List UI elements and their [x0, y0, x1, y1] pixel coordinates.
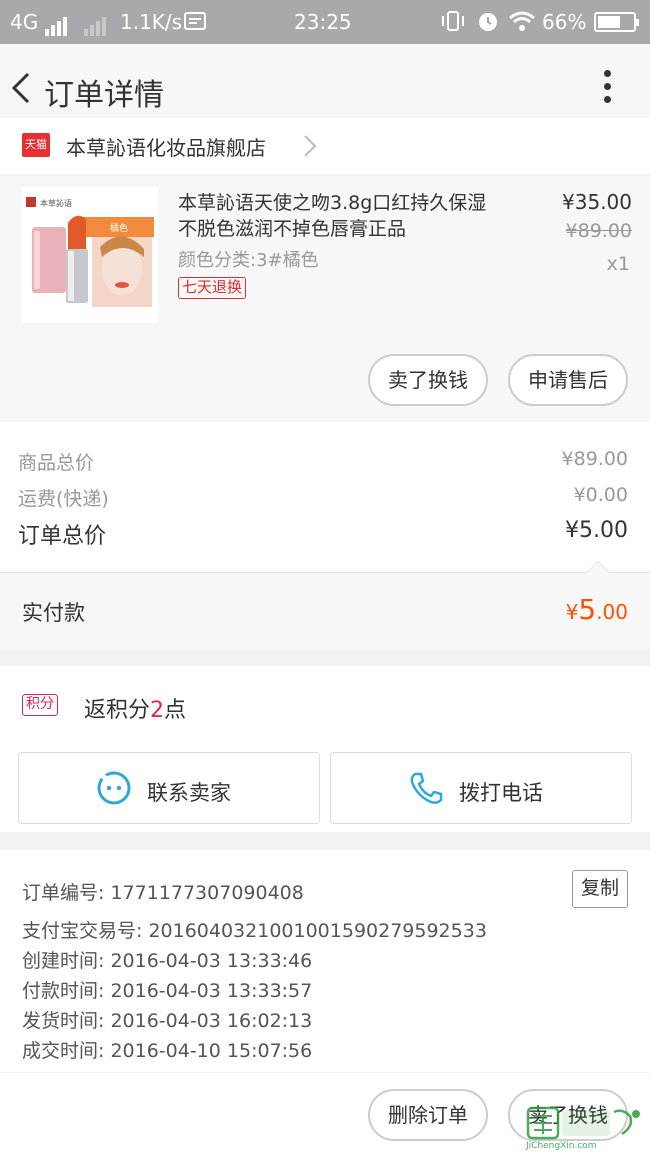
return-policy-tag: 七天退换	[178, 277, 247, 299]
points-contact-section: 积分 返积分2点 联系卖家 拨打电话	[0, 666, 650, 832]
goods-total-label: 商品总价	[18, 452, 95, 474]
call-phone-label: 拨打电话	[459, 781, 543, 805]
more-menu-icon[interactable]	[604, 70, 612, 106]
contact-seller-label: 联系卖家	[147, 781, 231, 805]
points-suffix: 点	[164, 698, 187, 723]
points-badge: 积分	[22, 694, 58, 716]
points-text: 返积分2点	[84, 692, 186, 724]
watermark-text: JiChengXin.com	[526, 1141, 597, 1151]
paid-decimal: .00	[596, 600, 628, 624]
clock: 23:25	[294, 10, 352, 34]
call-phone-button[interactable]: 拨打电话	[330, 752, 632, 824]
signal-dim-icon	[84, 10, 108, 36]
lipstick-image: 本草訫语 橘色	[22, 187, 158, 323]
network-indicator: 4G	[10, 10, 69, 36]
thumb-brand: 本草訫语	[40, 198, 72, 208]
product-original-price: ¥89.00	[565, 220, 632, 242]
shop-row[interactable]: 天猫 本草訫语化妆品旗舰店	[0, 118, 650, 174]
order-total-label: 订单总价	[18, 524, 107, 549]
order-number: 订单编号: 1771177307090408	[22, 882, 304, 904]
copy-button[interactable]: 复制	[572, 870, 628, 908]
paid-value: ¥5.00	[566, 593, 628, 626]
paid-amount-row: 实付款 ¥5.00	[0, 560, 650, 650]
shop-name: 本草訫语化妆品旗舰店	[66, 136, 266, 160]
tmall-badge: 天猫	[22, 133, 50, 157]
page-title: 订单详情	[44, 78, 164, 113]
signal-icon	[44, 12, 69, 36]
back-arrow-icon[interactable]	[10, 70, 34, 106]
network-type: 4G	[10, 10, 39, 34]
shipping-label: 运费(快递)	[18, 488, 109, 510]
chat-bubble-icon	[97, 771, 131, 805]
order-total-row: 订单总价 ¥5.00	[18, 518, 628, 549]
product-item[interactable]: 本草訫语 橘色 本草訫语天使之吻3.8g口红持久保湿 不脱色滋润不掉色唇膏正品 …	[0, 176, 650, 422]
completed-time: 成交时间: 2016-04-10 15:07:56	[22, 1040, 313, 1062]
network-speed: 1.1K/s	[120, 10, 183, 34]
sell-button[interactable]: 卖了换钱	[368, 354, 488, 406]
product-thumbnail[interactable]: 本草訫语 橘色	[22, 187, 158, 323]
paid-time: 付款时间: 2016-04-03 13:33:57	[22, 980, 313, 1002]
product-spec: 颜色分类:3#橘色	[178, 250, 319, 271]
points-value: 2	[150, 698, 165, 723]
battery-percent: 66%	[542, 10, 587, 34]
paid-label: 实付款	[22, 601, 85, 625]
product-price: ¥35.00	[562, 190, 632, 214]
created-time: 创建时间: 2016-04-03 13:33:46	[22, 950, 313, 972]
goods-total-value: ¥89.00	[561, 448, 628, 470]
status-bar: 4G 1.1K/s 23:25 66%	[0, 0, 650, 44]
price-summary: 商品总价 ¥89.00 运费(快递) ¥0.00 订单总价 ¥5.00	[0, 422, 650, 572]
vibrate-icon	[440, 10, 466, 37]
battery-icon	[594, 10, 639, 34]
thumb-label: 橘色	[110, 222, 128, 234]
contact-seller-button[interactable]: 联系卖家	[18, 752, 320, 824]
chevron-right-icon	[304, 135, 317, 157]
order-total-value: ¥5.00	[565, 518, 628, 543]
shipping-row: 运费(快递) ¥0.00	[18, 484, 628, 510]
alipay-number: 支付宝交易号: 2016040321001001590279592533	[22, 920, 487, 942]
shipping-value: ¥0.00	[573, 484, 628, 506]
paid-integer: 5	[578, 593, 597, 626]
after-sale-button[interactable]: 申请售后	[508, 354, 628, 406]
phone-icon	[410, 772, 443, 804]
order-info: 订单编号: 1771177307090408 复制 支付宝交易号: 201604…	[0, 850, 650, 1072]
alarm-icon	[476, 9, 500, 38]
watermark-mark-icon	[526, 1106, 640, 1140]
paid-currency: ¥	[565, 600, 579, 624]
wifi-icon	[508, 10, 536, 37]
app-notify-icon	[184, 11, 206, 36]
product-title: 本草訫语天使之吻3.8g口红持久保湿 不脱色滋润不掉色唇膏正品	[178, 192, 487, 240]
watermark-logo: JiChengXin.com	[522, 1106, 642, 1151]
delete-order-button[interactable]: 删除订单	[368, 1089, 488, 1141]
points-prefix: 返积分	[84, 698, 151, 723]
product-quantity: x1	[606, 253, 630, 275]
shipped-time: 发货时间: 2016-04-03 16:02:13	[22, 1010, 313, 1032]
goods-total-row: 商品总价 ¥89.00	[18, 448, 628, 474]
